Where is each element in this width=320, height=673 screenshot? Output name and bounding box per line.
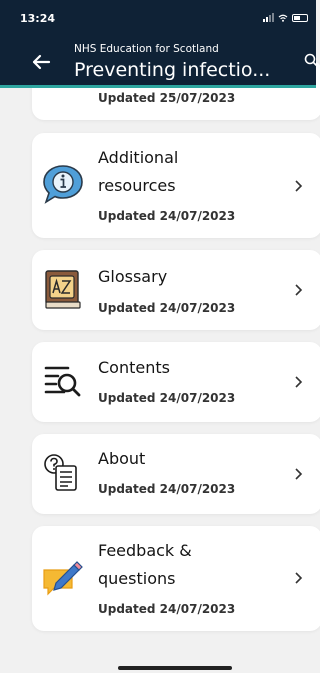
home-indicator[interactable] [118,666,232,670]
app-header: 13:24 NHS Education for Scotland Prevent… [0,0,318,88]
card-title: Feedback & [98,541,192,560]
contents-search-icon [44,366,81,397]
signal-icon [263,13,274,22]
list-item-glossary[interactable]: Glossary Updated 24/07/2023 [32,250,320,330]
chevron-right-icon [295,468,303,480]
card-title-line2: questions [98,569,176,588]
status-icons [263,13,308,22]
card-title-line2: resources [98,176,176,195]
wifi-icon [278,14,288,22]
header-subtitle: NHS Education for Scotland [74,43,219,55]
card-updated-date: Updated 24/07/2023 [98,209,236,223]
list-item-additional-resources[interactable]: Additional resources Updated 24/07/2023 [32,133,320,238]
feedback-pencil-icon [43,561,83,596]
glossary-book-icon [45,270,81,309]
battery-icon [292,13,308,22]
card-updated-date: Updated 24/07/2023 [98,391,236,405]
page-title: Preventing infectio... [74,59,271,81]
card-title: Glossary [98,267,168,286]
list-item-contents[interactable]: Contents Updated 24/07/2023 [32,342,320,422]
info-speech-bubble-icon [43,165,83,204]
list-item-about[interactable]: About Updated 24/07/2023 [32,434,320,514]
card-title: About [98,449,146,468]
chevron-right-icon [295,376,303,388]
card-title: Contents [98,358,170,377]
back-arrow-icon[interactable] [30,51,52,73]
search-icon[interactable] [304,53,318,67]
card-updated-date: Updated 24/07/2023 [98,482,236,496]
status-time: 13:24 [20,12,56,25]
chevron-right-icon [295,284,303,296]
about-document-icon [44,454,77,491]
card-title: Additional [98,148,179,167]
chevron-right-icon [295,572,303,584]
card-updated-date: Updated 25/07/2023 [98,91,236,105]
card-updated-date: Updated 24/07/2023 [98,602,236,616]
card-updated-date: Updated 24/07/2023 [98,301,236,315]
list-item-feedback[interactable]: Feedback & questions Updated 24/07/2023 [32,526,320,631]
chevron-right-icon [295,180,303,192]
